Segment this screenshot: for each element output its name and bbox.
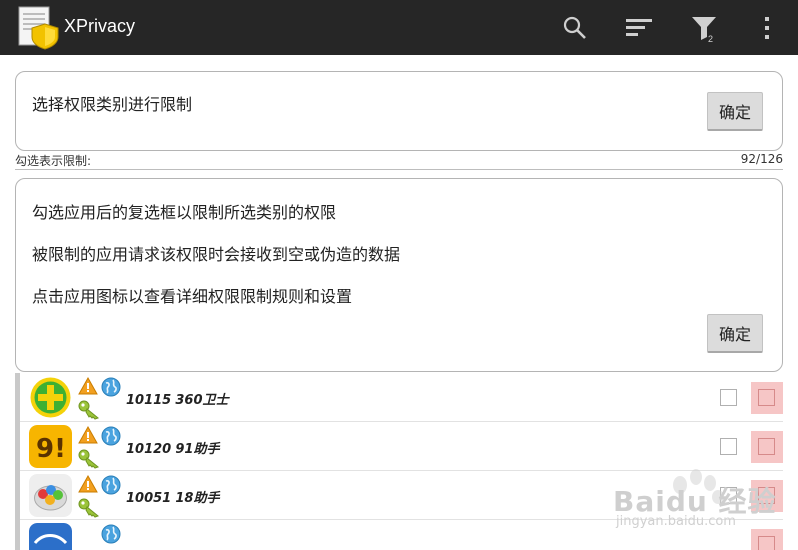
key-icon xyxy=(78,498,100,518)
app-restricted-checkbox[interactable] xyxy=(758,438,775,455)
row-indicator xyxy=(15,422,20,471)
sort-button[interactable] xyxy=(619,8,659,48)
filter-count-badge: 2 xyxy=(708,34,714,44)
info-line-2: 被限制的应用请求该权限时会接收到空或伪造的数据 xyxy=(32,245,401,264)
category-select-card[interactable]: 选择权限类别进行限制 确定 xyxy=(15,71,783,151)
xprivacy-logo-icon[interactable] xyxy=(17,6,61,50)
app-name-label: 10115 360卫士 xyxy=(126,393,229,408)
internet-globe-icon xyxy=(101,524,121,544)
app-title: XPrivacy xyxy=(64,16,136,36)
search-icon xyxy=(563,16,586,39)
app-name-label: 10120 91助手 xyxy=(126,442,220,457)
info-line-3: 点击应用图标以查看详细权限限制规则和设置 xyxy=(32,287,353,306)
info-ok-button[interactable]: 确定 xyxy=(707,314,763,353)
row-indicator xyxy=(15,520,20,550)
action-bar: XPrivacy 2 xyxy=(0,0,798,55)
app-icon-partial[interactable] xyxy=(29,523,72,550)
warning-icon xyxy=(78,377,98,395)
app-restricted-checkbox[interactable] xyxy=(758,389,775,406)
app-restrict-checkbox[interactable] xyxy=(720,389,737,406)
warning-icon xyxy=(78,475,98,493)
app-restrict-checkbox[interactable] xyxy=(720,438,737,455)
overflow-menu-button[interactable] xyxy=(747,8,787,48)
info-line-1: 勾选应用后的复选框以限制所选类别的权限 xyxy=(32,203,337,222)
filter-icon xyxy=(692,17,716,40)
app-icon-91[interactable]: 9! xyxy=(29,425,72,468)
key-icon xyxy=(78,400,100,420)
svg-text:9!: 9! xyxy=(36,434,66,464)
internet-globe-icon xyxy=(101,475,121,495)
internet-globe-icon xyxy=(101,426,121,446)
info-card: 勾选应用后的复选框以限制所选类别的权限 被限制的应用请求该权限时会接收到空或伪造… xyxy=(15,178,783,372)
row-indicator xyxy=(15,471,20,520)
app-row-360[interactable]: 10115 360卫士 xyxy=(15,373,783,422)
app-name-label: 10051 18助手 xyxy=(126,491,220,506)
app-icon-18[interactable] xyxy=(29,474,72,517)
restriction-hint-row: 勾选表示限制: 92/126 xyxy=(15,152,783,170)
warning-icon xyxy=(78,426,98,444)
restriction-hint-label: 勾选表示限制: xyxy=(15,154,92,168)
row-indicator xyxy=(15,373,20,422)
app-restricted-cell[interactable] xyxy=(751,431,783,463)
search-button[interactable] xyxy=(555,8,595,48)
category-select-text: 选择权限类别进行限制 xyxy=(32,95,193,114)
internet-globe-icon xyxy=(101,377,121,397)
filter-button[interactable]: 2 xyxy=(684,8,724,48)
key-icon xyxy=(78,449,100,469)
category-ok-button[interactable]: 确定 xyxy=(707,92,763,131)
app-restricted-cell[interactable] xyxy=(751,382,783,414)
watermark-url: jingyan.baidu.com xyxy=(616,514,736,529)
sort-icon xyxy=(626,19,652,36)
overflow-menu-icon xyxy=(765,17,769,39)
app-icon-360[interactable] xyxy=(29,376,72,419)
restriction-count: 92/126 xyxy=(740,152,783,166)
